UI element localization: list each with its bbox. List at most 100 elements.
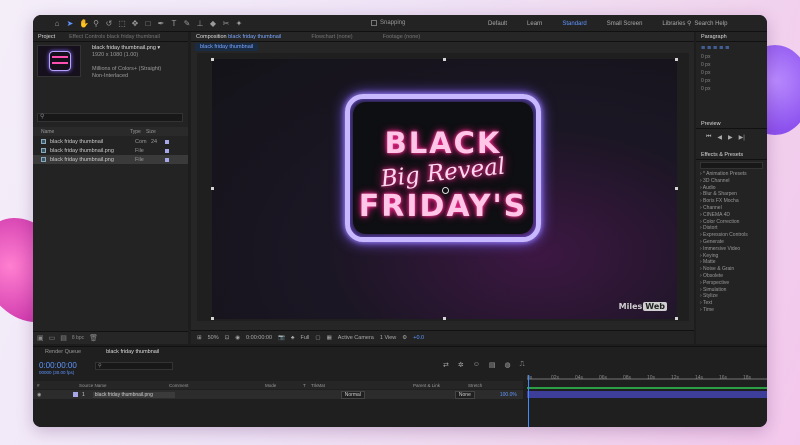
magnification-icon[interactable]: ⊞ — [197, 335, 202, 341]
label-color[interactable] — [165, 148, 169, 153]
effect-category[interactable]: › Channel — [700, 205, 767, 212]
rotate-tool-icon[interactable]: ↺ — [105, 19, 113, 28]
effects-search-input[interactable] — [700, 162, 763, 169]
project-search-input[interactable]: ⚲ — [37, 113, 183, 122]
effect-category[interactable]: › Immersive Video — [700, 246, 767, 253]
new-folder-icon[interactable]: ▭ — [49, 334, 56, 342]
col-mode[interactable]: Mode — [265, 383, 303, 388]
brush-tool-icon[interactable]: ✎ — [183, 19, 191, 28]
graph-editor-icon[interactable]: ⎍ — [520, 361, 525, 369]
transform-handle[interactable] — [211, 317, 214, 320]
space-after[interactable]: 0 px — [701, 85, 762, 93]
comp-viewer[interactable]: BLACK Big Reveal FRIDAY'S Miles Web — [197, 53, 689, 321]
anchor-point-handle[interactable] — [442, 187, 449, 194]
camera-dropdown[interactable]: Active Camera — [338, 335, 374, 341]
layer-name[interactable]: black friday thumbnail.png — [92, 391, 175, 398]
new-comp-icon[interactable]: ▤ — [60, 334, 67, 342]
effect-category[interactable]: › 3D Channel — [700, 178, 767, 185]
transform-handle[interactable] — [443, 317, 446, 320]
transform-handle[interactable] — [675, 317, 678, 320]
col-parent[interactable]: Parent & Link — [413, 383, 468, 388]
safe-zones-icon[interactable]: ⊡ — [225, 335, 230, 341]
zoom-tool-icon[interactable]: ⚲ — [92, 19, 100, 28]
roto-tool-icon[interactable]: ✂ — [222, 19, 230, 28]
next-frame-icon[interactable]: ▶| — [739, 134, 745, 141]
interpret-footage-icon[interactable]: ▣ — [37, 334, 44, 342]
item-name[interactable]: black friday thumbnail.png ▾ — [92, 45, 161, 52]
layer-row[interactable]: ◉ 1 black friday thumbnail.png Normal No… — [33, 390, 523, 399]
comp-flowchart-icon[interactable]: ⇄ — [443, 361, 449, 369]
pan-tool-icon[interactable]: ✥ — [131, 19, 139, 28]
transform-handle[interactable] — [675, 187, 678, 190]
space-before[interactable]: 0 px — [701, 77, 762, 85]
project-row[interactable]: black friday thumbnail Com 24 — [33, 137, 188, 146]
effects-title[interactable]: Effects & Presets — [696, 150, 767, 160]
col-source-name[interactable]: Source Name — [79, 383, 169, 388]
eraser-tool-icon[interactable]: ◆ — [209, 19, 217, 28]
layer-mode-dropdown[interactable]: Normal — [340, 390, 365, 399]
effect-category[interactable]: › Generate — [700, 239, 767, 246]
zoom-dropdown[interactable]: 50% — [208, 335, 219, 341]
views-dropdown[interactable]: 1 View — [380, 335, 396, 341]
effect-category[interactable]: › Audio — [700, 185, 767, 192]
first-frame-icon[interactable]: ⏮ — [706, 134, 711, 141]
resolution-dropdown[interactable]: Full — [301, 335, 310, 341]
effect-category[interactable]: › Keying — [700, 253, 767, 260]
label-color[interactable] — [165, 157, 169, 162]
indent-left[interactable]: 0 px — [701, 53, 762, 61]
effect-category[interactable]: › Boris FX Mocha — [700, 198, 767, 205]
camera-tool-icon[interactable]: ⬚ — [118, 19, 126, 28]
layer-stretch[interactable]: 100.0% — [500, 392, 517, 398]
current-time[interactable]: 0:00:00:00 — [246, 335, 272, 341]
indent-first[interactable]: 0 px — [701, 69, 762, 77]
tab-composition[interactable]: Composition black friday thumbnail — [196, 34, 281, 40]
pen-tool-icon[interactable]: ✒ — [157, 19, 165, 28]
transform-handle[interactable] — [443, 58, 446, 61]
transform-handle[interactable] — [211, 58, 214, 61]
align-icons[interactable]: ≡ ≡ ≡ ≡ ≡ — [701, 45, 762, 53]
tab-effect-controls[interactable]: Effect Controls black friday thumbnail — [69, 34, 160, 40]
transparency-icon[interactable]: ▦ — [327, 335, 332, 341]
col-comment[interactable]: Comment — [169, 383, 265, 388]
effect-category[interactable]: › Simulation — [700, 287, 767, 294]
bpc-toggle[interactable]: 8 bpc — [72, 335, 84, 341]
indent-right[interactable]: 0 px — [701, 61, 762, 69]
tab-timeline-comp[interactable]: black friday thumbnail — [106, 349, 159, 355]
effect-category[interactable]: › Noise & Grain — [700, 266, 767, 273]
workspace-standard[interactable]: Standard — [552, 21, 596, 27]
mask-tool-icon[interactable]: □ — [144, 19, 152, 28]
tab-project[interactable]: Project — [38, 34, 55, 40]
tab-render-queue[interactable]: Render Queue — [45, 349, 81, 355]
help-search[interactable]: ⚲ Search Help — [687, 18, 759, 29]
effect-category[interactable]: › CINEMA 4D — [700, 212, 767, 219]
tab-footage[interactable]: Footage (none) — [383, 34, 421, 40]
prev-frame-icon[interactable]: ◀ — [717, 134, 722, 141]
motion-blur-icon[interactable]: ◍ — [505, 361, 511, 369]
fast-preview-icon[interactable]: ⚙ — [402, 335, 407, 341]
pin-tool-icon[interactable]: ✦ — [235, 19, 243, 28]
preview-title[interactable]: Preview — [696, 119, 767, 129]
region-icon[interactable]: ▢ — [315, 335, 320, 341]
hand-tool-icon[interactable]: ✋ — [79, 19, 89, 28]
effect-category[interactable]: › Expression Controls — [700, 232, 767, 239]
effect-category[interactable]: › Color Correction — [700, 219, 767, 226]
workspace-learn[interactable]: Learn — [517, 21, 552, 27]
snapping-checkbox[interactable] — [371, 20, 377, 26]
col-stretch[interactable]: Stretch — [468, 383, 482, 388]
time-ruler[interactable]: 0s 02s 04s 06s 08s 10s 12s 14s 16s 18s — [527, 375, 767, 387]
comp-canvas[interactable]: BLACK Big Reveal FRIDAY'S Miles Web — [212, 59, 677, 319]
label-color[interactable] — [165, 139, 169, 144]
effect-category[interactable]: › Obsolete — [700, 273, 767, 280]
effect-category[interactable]: › Distort — [700, 225, 767, 232]
transform-handle[interactable] — [211, 187, 214, 190]
project-row[interactable]: black friday thumbnail.png File — [33, 146, 188, 155]
timeline-search-input[interactable]: ⚲ — [95, 362, 173, 370]
transform-handle[interactable] — [675, 58, 678, 61]
exposure-value[interactable]: +0.0 — [413, 335, 424, 341]
workspace-small-screen[interactable]: Small Screen — [597, 21, 653, 27]
comp-breadcrumb[interactable]: black friday thumbnail — [195, 43, 259, 51]
effect-category[interactable]: › * Animation Presets — [700, 171, 767, 178]
snapping-toggle[interactable]: Snapping — [371, 20, 405, 26]
paragraph-title[interactable]: Paragraph — [701, 34, 727, 40]
color-channel-icon[interactable]: ♣ — [291, 335, 295, 341]
